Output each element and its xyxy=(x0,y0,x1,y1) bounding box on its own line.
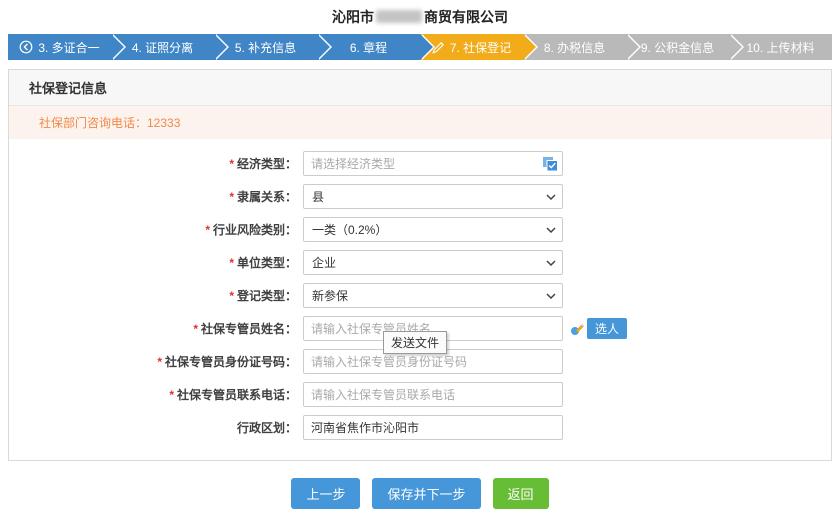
field-label: *行业风险类别： xyxy=(9,221,297,238)
industry-risk-select[interactable]: 一类（0.2%） xyxy=(303,217,563,242)
required-marker: * xyxy=(205,223,210,237)
footer-actions: 上一步 保存并下一步 返回 xyxy=(0,478,840,509)
admin-division-control xyxy=(303,415,563,440)
field-label: *单位类型： xyxy=(9,254,297,271)
required-marker: * xyxy=(193,322,198,336)
form-row-unit-type: *单位类型： 企业 xyxy=(9,250,831,275)
step-8-tax-info[interactable]: 8. 办税信息 xyxy=(523,34,626,60)
required-marker: * xyxy=(229,157,234,171)
choose-person-button[interactable]: 选人 xyxy=(587,318,627,339)
step-4-license-separation[interactable]: 4. 证照分离 xyxy=(111,34,214,60)
industry-risk-control: 一类（0.2%） xyxy=(303,217,563,242)
required-marker: * xyxy=(229,289,234,303)
save-and-next-button[interactable]: 保存并下一步 xyxy=(372,478,480,509)
field-label: *社保专管员联系电话： xyxy=(9,386,297,403)
step-wizard-bar: 3. 多证合一 4. 证照分离 5. 补充信息 6. 章程 7. 社保登记 8.… xyxy=(8,34,832,60)
back-circle-icon xyxy=(19,40,33,54)
previous-step-button[interactable]: 上一步 xyxy=(291,478,360,509)
chevron-down-icon xyxy=(546,227,556,233)
field-label: *社保专管员姓名： xyxy=(9,320,297,337)
admin-division-input[interactable] xyxy=(303,415,563,440)
admin-phone-input[interactable] xyxy=(303,382,563,407)
form-row-admin-division: 行政区划： xyxy=(9,415,831,440)
required-marker: * xyxy=(229,256,234,270)
form-row-industry-risk: *行业风险类别： 一类（0.2%） xyxy=(9,217,831,242)
picker-check-icon[interactable] xyxy=(542,155,559,172)
social-security-panel: 社保登记信息 社保部门咨询电话：12333 *经济类型： *隶属关系： 县 *行… xyxy=(8,69,832,461)
social-security-form: *经济类型： *隶属关系： 县 *行业风险类别： 一类（0.2%） *单位类型： xyxy=(9,139,831,460)
step-6-articles[interactable]: 6. 章程 xyxy=(317,34,420,60)
page-title: 沁阳市 商贸有限公司 xyxy=(0,0,840,25)
step-label: 7. 社保登记 xyxy=(450,39,511,56)
panel-title: 社保登记信息 xyxy=(9,70,831,106)
chevron-down-icon xyxy=(546,293,556,299)
form-row-admin-phone: *社保专管员联系电话： xyxy=(9,382,831,407)
send-file-tooltip: 发送文件 xyxy=(383,331,447,354)
step-10-upload-materials[interactable]: 10. 上传材料 xyxy=(729,34,832,60)
unit-type-select[interactable]: 企业 xyxy=(303,250,563,275)
chevron-down-icon xyxy=(546,260,556,266)
step-label: 5. 补充信息 xyxy=(235,39,296,56)
step-label: 3. 多证合一 xyxy=(38,39,99,56)
step-label: 8. 办税信息 xyxy=(544,39,605,56)
person-pencil-icon[interactable] xyxy=(570,321,585,336)
step-7-social-security[interactable]: 7. 社保登记 xyxy=(420,34,523,60)
field-label: *隶属关系： xyxy=(9,188,297,205)
chevron-down-icon xyxy=(546,194,556,200)
form-row-economic-type: *经济类型： xyxy=(9,151,831,176)
step-3-multi-cert[interactable]: 3. 多证合一 xyxy=(8,34,111,60)
affiliation-select[interactable]: 县 xyxy=(303,184,563,209)
form-row-affiliation: *隶属关系： 县 xyxy=(9,184,831,209)
registration-type-select[interactable]: 新参保 xyxy=(303,283,563,308)
affiliation-control: 县 xyxy=(303,184,563,209)
step-label: 4. 证照分离 xyxy=(132,39,193,56)
step-9-housing-fund[interactable]: 9. 公积金信息 xyxy=(626,34,729,60)
required-marker: * xyxy=(157,355,162,369)
company-name-prefix: 沁阳市 xyxy=(332,9,374,25)
redacted-company-name xyxy=(376,10,422,23)
step-label: 10. 上传材料 xyxy=(746,39,814,56)
economic-type-input[interactable] xyxy=(303,151,563,176)
consult-phone-notice: 社保部门咨询电话：12333 xyxy=(9,106,831,139)
field-label: *社保专管员身份证号码： xyxy=(9,353,297,370)
field-label: *登记类型： xyxy=(9,287,297,304)
step-label: 9. 公积金信息 xyxy=(641,39,714,56)
company-name-suffix: 商贸有限公司 xyxy=(424,9,508,25)
step-label: 6. 章程 xyxy=(350,39,387,56)
step-5-supplementary-info[interactable]: 5. 补充信息 xyxy=(214,34,317,60)
choose-person-group: 选人 xyxy=(570,318,627,339)
return-button[interactable]: 返回 xyxy=(493,478,549,509)
unit-type-control: 企业 xyxy=(303,250,563,275)
form-row-registration-type: *登记类型： 新参保 xyxy=(9,283,831,308)
field-label: *经济类型： xyxy=(9,155,297,172)
required-marker: * xyxy=(229,190,234,204)
field-label: 行政区划： xyxy=(9,419,297,436)
economic-type-control xyxy=(303,151,563,176)
registration-type-control: 新参保 xyxy=(303,283,563,308)
admin-phone-control xyxy=(303,382,563,407)
required-marker: * xyxy=(169,388,174,402)
